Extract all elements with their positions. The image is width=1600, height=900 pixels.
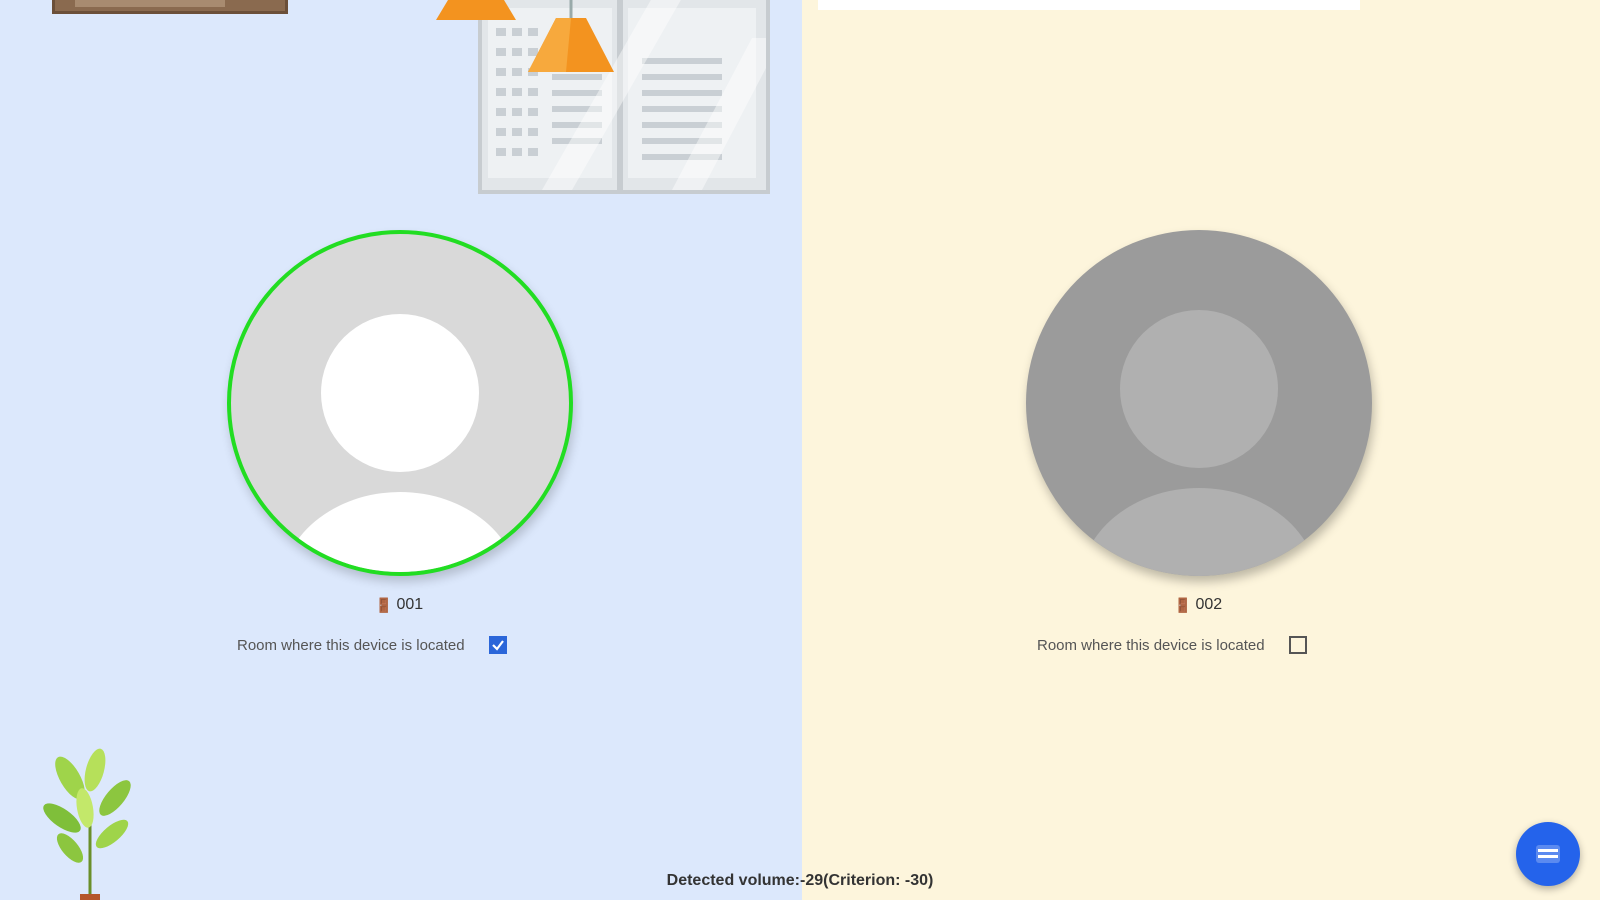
room-door-icon: 🚪 (1174, 596, 1192, 613)
room-id: 001 (396, 596, 424, 613)
located-row-001: Room where this device is located (237, 636, 507, 654)
room-door-icon: 🚪 (375, 596, 393, 613)
detected-volume-status: Detected volume:-29(Criterion: -30) (666, 872, 934, 889)
room-id: 002 (1195, 596, 1223, 613)
menu-icon (1536, 845, 1560, 863)
room-label-002: 🚪 002 (1174, 596, 1222, 614)
located-label: Room where this device is located (237, 636, 465, 654)
room-avatar-001[interactable] (227, 230, 573, 576)
pendant-lamp-icon (528, 0, 614, 72)
room-avatar-002[interactable] (1026, 230, 1372, 576)
top-bar (818, 0, 1360, 10)
pendant-lamp-icon (436, 0, 516, 20)
located-checkbox-002[interactable] (1288, 636, 1307, 654)
room-panel-001: 🚪 001 Room where this device is located (0, 0, 802, 900)
menu-fab-button[interactable] (1516, 822, 1580, 886)
located-label: Room where this device is located (1037, 636, 1265, 654)
room-label-001: 🚪 001 (375, 596, 423, 614)
located-row-002: Room where this device is located (1037, 636, 1307, 654)
window-decoration (478, 0, 770, 194)
located-checkbox-001[interactable] (488, 636, 507, 654)
picture-frame-decoration (52, 0, 288, 14)
